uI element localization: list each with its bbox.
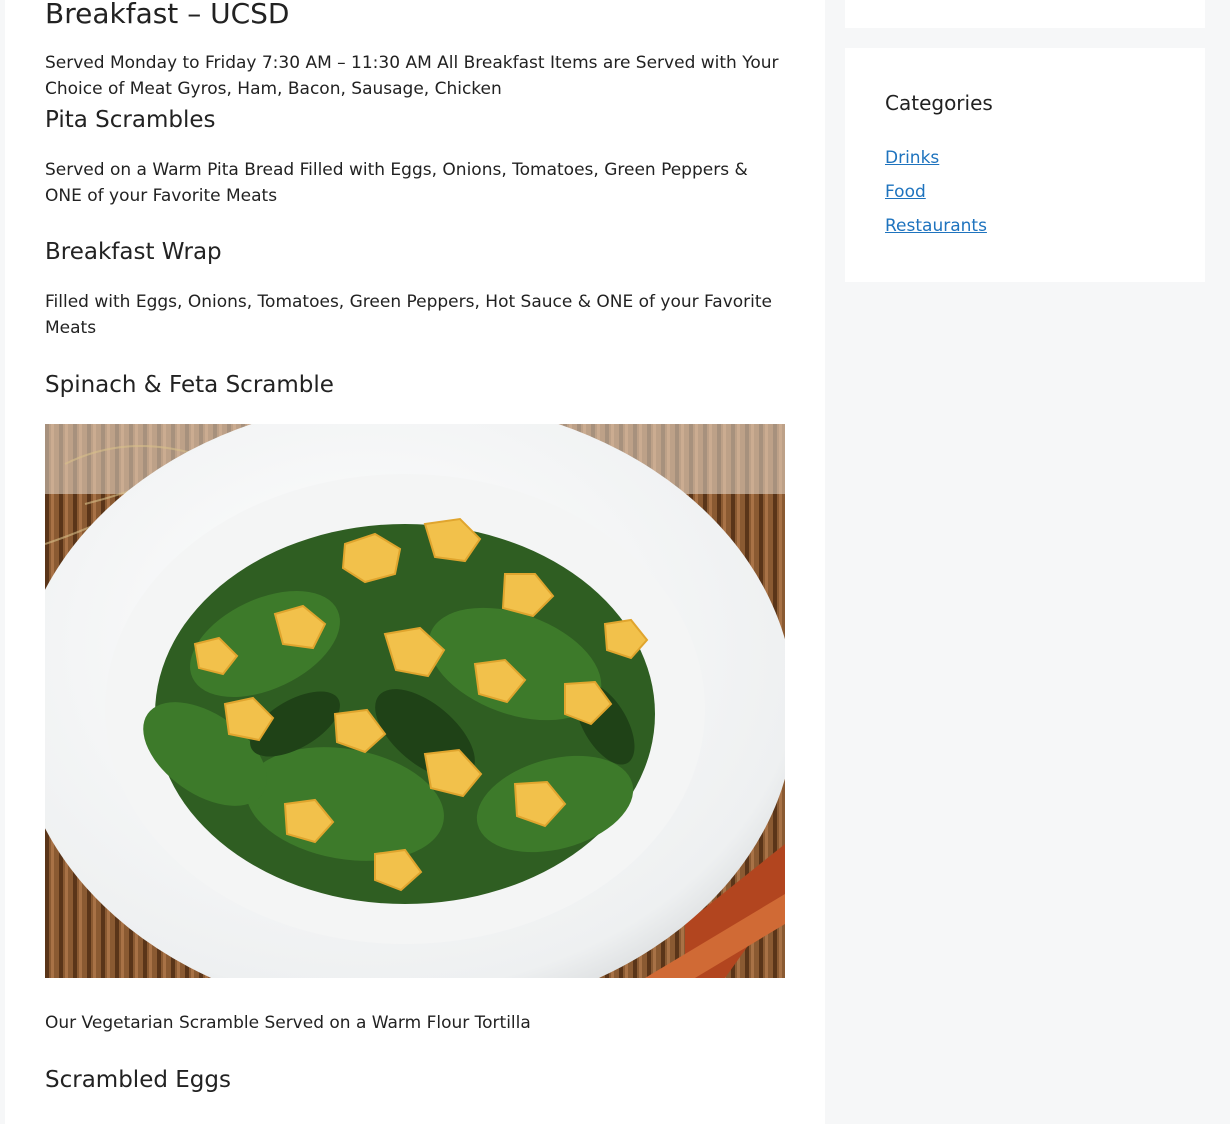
category-list-item: Restaurants [885,214,987,248]
category-link-food[interactable]: Food [885,182,926,202]
category-list-item: Food [885,180,987,214]
categories-widget-title: Categories [885,91,993,115]
item-heading-pita-scrambles: Pita Scrambles [45,107,216,133]
item-description-pita-scrambles: Served on a Warm Pita Bread Filled with … [45,160,748,206]
categories-widget: Categories Drinks Food Restaurants [845,48,1205,282]
item-description-spinach-feta-scramble: Our Vegetarian Scramble Served on a Warm… [45,1013,531,1033]
item-heading-scrambled-eggs: Scrambled Eggs [45,1067,231,1093]
item-heading-spinach-feta-scramble: Spinach & Feta Scramble [45,372,334,398]
intro-text: Served Monday to Friday 7:30 AM – 11:30 … [45,53,779,99]
spinach-scramble-photo [45,424,785,978]
sidebar-widget-top [845,0,1205,28]
category-link-drinks[interactable]: Drinks [885,148,939,168]
main-content: Breakfast – UCSD Served Monday to Friday… [5,0,825,1124]
category-list-item: Drinks [885,146,987,180]
page-title: Breakfast – UCSD [45,0,290,30]
page: Breakfast – UCSD Served Monday to Friday… [0,0,1230,1124]
category-link-restaurants[interactable]: Restaurants [885,216,987,236]
item-heading-breakfast-wrap: Breakfast Wrap [45,239,222,265]
item-description-breakfast-wrap: Filled with Eggs, Onions, Tomatoes, Gree… [45,292,772,338]
categories-list: Drinks Food Restaurants [885,146,987,248]
